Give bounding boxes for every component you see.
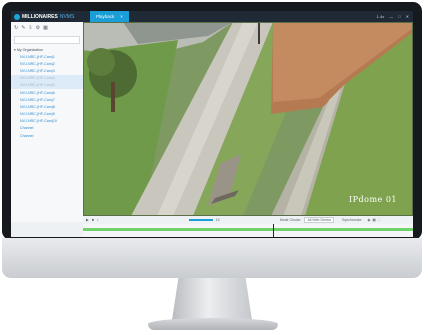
edit-icon[interactable]: ✎ [21,25,25,31]
sync-label[interactable]: Synchronize [342,218,361,222]
logo-icon [14,13,20,20]
fullscreen-icon[interactable]: ⛶ [378,218,380,222]
timeline-cursor[interactable] [273,224,274,237]
camera-item[interactable]: NVJ-NRC-(HF-Cam)10 [11,118,83,125]
mode-label: Mode Choice [279,218,301,222]
folder-item[interactable]: Channel [11,125,83,132]
camera-item[interactable]: NVJ-NRC-(HF-Cam)1 [11,53,83,60]
monitor-chin [2,238,422,278]
brand-name: MILLIONAIRES [22,13,58,20]
speed-label: 1X [215,218,220,222]
osd-camera-label: IPdome 01 [348,195,397,204]
speed-slider[interactable] [188,219,213,221]
expand-icon[interactable]: ▾ [14,48,16,52]
camera-item[interactable]: NVJ-NRC-(HF-Cam)9 [11,111,83,118]
monitor-stand-base [148,318,278,330]
camera-item[interactable]: NVJ-NRC-(HF-Cam)7 [11,96,83,103]
camera-item[interactable]: NVJ-NRC-(HF-Cam)6 [11,89,83,96]
search-input[interactable] [14,36,80,44]
layout-icon[interactable]: ▦ [372,218,375,222]
tree-root-label: My Organization [16,48,43,52]
tab-close-icon[interactable]: × [120,14,123,19]
playback-controls: ▶ ■ ♪ 1X Mode Choice All Web Device Sync… [83,216,413,224]
camera-item-selected[interactable]: NVJ-NRC-(HF-Cam)4 [11,74,83,82]
download-icon[interactable]: ⇩ [28,25,32,31]
brand-sub: NVMS [59,13,75,20]
title-bar: MILLIONAIRES NVMS Playback × 1.4x — □ ✕ [11,11,413,22]
tab-playback[interactable]: Playback × [90,11,129,22]
screen: MILLIONAIRES NVMS Playback × 1.4x — □ ✕ … [11,11,413,237]
settings-icon[interactable]: ⚙ [36,25,40,31]
grid-icon[interactable]: ▦ [43,25,48,31]
recording-bar[interactable] [83,228,413,231]
snapshot-icon[interactable]: ◉ [367,218,370,222]
maximize-icon[interactable]: □ [398,14,400,19]
panel-toolbar: ↻ ✎ ⇩ ⚙ ▦ [11,22,83,34]
window-controls: 1.4x — □ ✕ [377,14,413,19]
device-select[interactable]: All Web Device [304,217,335,223]
camera-item[interactable]: NVJ-NRC-(HF-Cam)3 [11,67,83,74]
camera-feed-image [83,22,413,216]
monitor-bezel: MILLIONAIRES NVMS Playback × 1.4x — □ ✕ … [2,2,422,240]
device-panel: ↻ ✎ ⇩ ⚙ ▦ ▾ My Organization NVJ-NRC-(HF-… [11,22,84,222]
stop-icon[interactable]: ■ [92,218,94,222]
video-view[interactable]: IPdome 01 [83,22,413,216]
camera-item-selected[interactable]: NVJ-NRC-(HF-Cam)5 [11,81,83,89]
monitor-stand-neck [172,278,252,320]
monitor: MILLIONAIRES NVMS Playback × 1.4x — □ ✕ … [2,2,424,278]
camera-item[interactable]: NVJ-NRC-(HF-Cam)2 [11,60,83,67]
app-logo: MILLIONAIRES NVMS [11,11,86,22]
volume-icon[interactable]: ♪ [97,218,99,222]
camera-item[interactable]: NVJ-NRC-(HF-Cam)8 [11,103,83,110]
tab-label: Playback [96,14,115,19]
folder-item[interactable]: Channel [11,132,83,139]
play-icon[interactable]: ▶ [86,218,89,222]
status-text: 1.4x [376,14,385,19]
close-icon[interactable]: ✕ [406,14,409,19]
minimize-icon[interactable]: — [389,14,393,19]
timeline[interactable] [83,224,413,237]
refresh-icon[interactable]: ↻ [14,25,18,31]
